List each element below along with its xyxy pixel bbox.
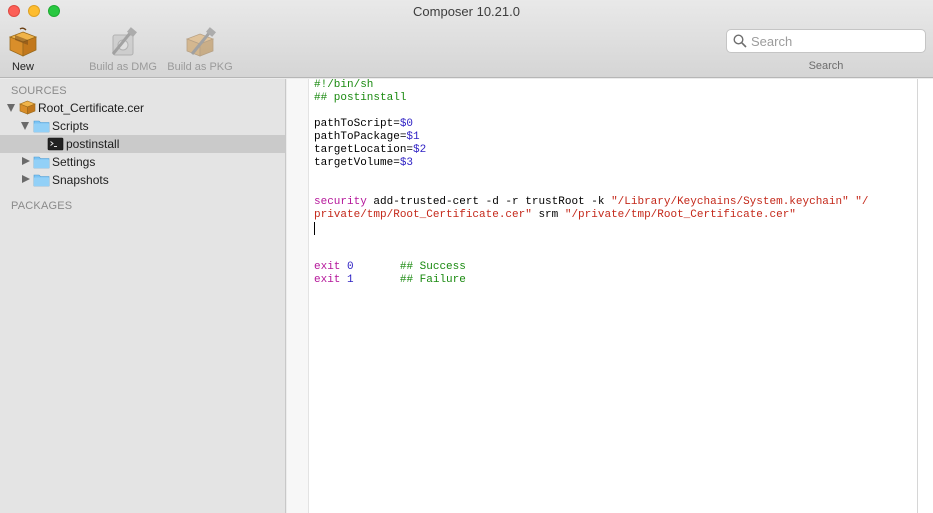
disk-image-build-icon <box>107 26 139 58</box>
editor-margin-rule <box>917 79 918 513</box>
editor-gutter <box>287 79 309 513</box>
code-line: pathToPackage=$1 <box>314 131 914 144</box>
code-text: add-trusted-cert -d -r trustRoot -k <box>366 196 612 208</box>
composer-window: Composer 10.21.0 New Build as DMG Build … <box>0 0 933 513</box>
package-box-icon <box>7 26 39 58</box>
package-icon <box>19 100 36 115</box>
disclosure-collapsed-icon[interactable] <box>22 157 30 165</box>
code-number: $0 <box>399 118 414 130</box>
code-comment: ## Success <box>399 261 466 273</box>
packages-header: PACKAGES <box>11 200 73 212</box>
package-build-icon <box>184 26 216 58</box>
tree-item-label: Settings <box>52 155 96 169</box>
code-keyword: exit <box>314 261 341 273</box>
code-number: 1 <box>347 274 354 286</box>
tree-item-snapshots[interactable]: Snapshots <box>0 171 285 189</box>
new-label: New <box>11 61 34 73</box>
code-text: pathToPackage= <box>314 131 407 143</box>
build-pkg-label: Build as PKG <box>167 61 233 73</box>
sources-header: SOURCES <box>11 85 67 97</box>
code-number: 0 <box>347 261 354 273</box>
code-string: "/private/tmp/Root_Certificate.cer" <box>564 209 796 221</box>
tree-item-label: Scripts <box>52 119 89 133</box>
search-caption: Search <box>808 60 844 72</box>
text-caret <box>314 222 315 235</box>
window-title: Composer 10.21.0 <box>413 4 520 19</box>
tree-item-scripts[interactable]: Scripts <box>0 117 285 135</box>
build-dmg-label: Build as DMG <box>89 61 157 73</box>
search-input[interactable] <box>751 33 921 50</box>
tree-item-label: postinstall <box>66 137 120 151</box>
magnifier-icon <box>733 34 747 48</box>
code-string: "/ <box>848 196 869 208</box>
disclosure-expanded-icon[interactable] <box>21 122 29 130</box>
code-comment: ## postinstall <box>314 92 407 104</box>
new-button[interactable]: New <box>0 26 61 73</box>
code-text: srm <box>531 209 565 221</box>
code-line-cursor <box>314 222 914 235</box>
tree-item-postinstall[interactable]: postinstall <box>0 135 285 153</box>
code-keyword: exit <box>314 274 341 286</box>
code-area[interactable]: #!/bin/sh ## postinstall pathToScript=$0… <box>314 79 914 287</box>
code-line: targetVolume=$3 <box>314 157 914 170</box>
terminal-icon <box>47 137 64 151</box>
code-string: "/Library/Keychains/System.keychain" <box>611 196 849 208</box>
title-toolbar: Composer 10.21.0 New Build as DMG Build … <box>0 0 933 78</box>
code-line: security add-trusted-cert -d -r trustRoo… <box>314 196 914 209</box>
search-field[interactable] <box>726 29 926 53</box>
code-line: exit 0 ## Success <box>314 261 914 274</box>
code-number: $3 <box>399 157 414 169</box>
code-text: targetLocation= <box>314 144 414 156</box>
sources-sidebar: SOURCES Root_Certificate.cer Scripts pos… <box>0 79 286 513</box>
code-number: $1 <box>406 131 420 143</box>
folder-icon <box>33 120 50 133</box>
code-comment: #!/bin/sh <box>314 79 374 91</box>
code-text: targetVolume= <box>314 157 400 169</box>
tree-item-settings[interactable]: Settings <box>0 153 285 171</box>
disclosure-expanded-icon[interactable] <box>7 104 15 112</box>
build-pkg-button[interactable]: Build as PKG <box>162 26 238 73</box>
build-dmg-button[interactable]: Build as DMG <box>85 26 161 73</box>
folder-icon <box>33 174 50 187</box>
script-editor[interactable]: #!/bin/sh ## postinstall pathToScript=$0… <box>287 79 933 513</box>
code-line: pathToScript=$0 <box>314 118 914 131</box>
disclosure-collapsed-icon[interactable] <box>22 175 30 183</box>
code-comment: ## Failure <box>399 274 466 286</box>
code-line: private/tmp/Root_Certificate.cer" srm "/… <box>314 209 914 222</box>
code-line: #!/bin/sh <box>314 79 914 92</box>
tree-item-label: Root_Certificate.cer <box>38 101 145 115</box>
code-line: exit 1 ## Failure <box>314 274 914 287</box>
tree-item-label: Snapshots <box>52 173 109 187</box>
code-number: $2 <box>413 144 427 156</box>
code-string: private/tmp/Root_Certificate.cer" <box>314 209 532 221</box>
code-keyword: security <box>314 196 367 208</box>
code-text: pathToScript= <box>314 118 400 130</box>
tree-item-root-certificate[interactable]: Root_Certificate.cer <box>0 99 285 117</box>
code-line: ## postinstall <box>314 92 914 105</box>
folder-icon <box>33 156 50 169</box>
code-line: targetLocation=$2 <box>314 144 914 157</box>
